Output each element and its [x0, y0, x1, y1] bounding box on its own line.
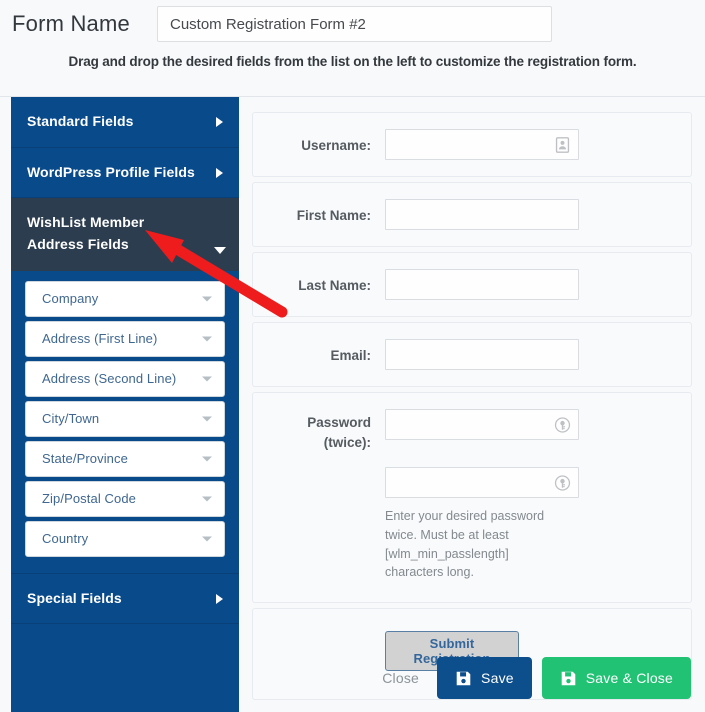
first-name-input[interactable] — [385, 199, 579, 230]
field-label-password-line1: Password — [307, 415, 371, 430]
password-confirm-input[interactable] — [385, 467, 579, 498]
hint-row: Drag and drop the desired fields from th… — [0, 53, 705, 71]
password-helper-text: Enter your desired password twice. Must … — [385, 509, 545, 580]
field-body — [385, 199, 677, 230]
floppy-disk-icon — [456, 671, 471, 685]
field-item-label: Country — [42, 531, 89, 547]
caret-right-icon — [216, 593, 223, 604]
form-name-input[interactable] — [157, 6, 552, 42]
field-item-label: Zip/Postal Code — [42, 491, 136, 507]
save-button[interactable]: Save — [437, 657, 532, 699]
drag-drop-hint: Drag and drop the desired fields from th… — [68, 54, 637, 69]
chevron-down-icon — [202, 376, 212, 382]
draggable-field-state-province[interactable]: State/Province — [25, 440, 225, 477]
chevron-down-icon — [202, 296, 212, 302]
form-builder-screen: Form Name Drag and drop the desired fiel… — [0, 0, 705, 712]
field-body — [385, 129, 677, 160]
field-body — [385, 269, 677, 300]
email-input[interactable] — [385, 339, 579, 370]
draggable-field-country[interactable]: Country — [25, 520, 225, 557]
field-label-password-line2: (twice): — [323, 435, 371, 451]
sidebar-section-label: WishList Member Address Fields — [27, 214, 145, 253]
field-item-label: Address (Second Line) — [42, 371, 177, 387]
address-field-list: Company Address (First Line) Address (Se… — [11, 270, 239, 573]
footer-actions: Close Save Save & Close — [374, 657, 691, 699]
draggable-field-city-town[interactable]: City/Town — [25, 400, 225, 437]
registration-form-preview: Username: First Name: Last Name: Email: … — [252, 112, 692, 705]
chevron-down-icon — [202, 336, 212, 342]
fields-sidebar: Standard Fields WordPress Profile Fields… — [11, 97, 239, 712]
username-input[interactable] — [385, 129, 579, 160]
draggable-field-address-second-line[interactable]: Address (Second Line) — [25, 360, 225, 397]
field-body: Enter your desired password twice. Must … — [385, 409, 677, 582]
header: Form Name — [0, 0, 705, 48]
password-input[interactable] — [385, 409, 579, 440]
caret-right-icon — [216, 116, 223, 127]
field-item-label: Company — [42, 291, 99, 307]
field-label-username: Username: — [301, 138, 371, 153]
autofill-contact-icon[interactable] — [554, 136, 571, 153]
save-and-close-button[interactable]: Save & Close — [541, 657, 691, 699]
chevron-down-icon — [202, 416, 212, 422]
chevron-down-icon — [202, 536, 212, 542]
sidebar-section-label: Special Fields — [27, 589, 122, 606]
form-card-password[interactable]: Password (twice): Enter your desired pas… — [252, 392, 692, 603]
key-autofill-icon[interactable] — [554, 474, 571, 491]
sidebar-section-label: WordPress Profile Fields — [27, 163, 195, 180]
sidebar-section-wishlist-member-address-fields[interactable]: WishList Member Address Fields — [11, 198, 239, 271]
sidebar-section-special-fields[interactable]: Special Fields — [11, 572, 239, 625]
save-and-close-button-label: Save & Close — [585, 670, 673, 686]
field-item-label: City/Town — [42, 411, 100, 427]
last-name-input[interactable] — [385, 269, 579, 300]
caret-down-icon — [214, 246, 226, 254]
form-card-email[interactable]: Email: — [252, 322, 692, 387]
field-item-label: State/Province — [42, 451, 128, 467]
sidebar-section-wordpress-profile-fields[interactable]: WordPress Profile Fields — [11, 148, 239, 199]
form-card-first-name[interactable]: First Name: — [252, 182, 692, 247]
form-name-label: Form Name — [12, 11, 130, 36]
sidebar-section-standard-fields[interactable]: Standard Fields — [11, 97, 239, 148]
field-label-email: Email: — [330, 348, 371, 363]
field-body — [385, 339, 677, 370]
draggable-field-company[interactable]: Company — [25, 280, 225, 317]
draggable-field-address-first-line[interactable]: Address (First Line) — [25, 320, 225, 357]
close-button[interactable]: Close — [374, 670, 427, 686]
chevron-down-icon — [202, 496, 212, 502]
field-label-last-name: Last Name: — [298, 278, 371, 293]
chevron-down-icon — [202, 456, 212, 462]
form-card-username[interactable]: Username: — [252, 112, 692, 177]
save-button-label: Save — [481, 670, 514, 686]
key-autofill-icon[interactable] — [554, 416, 571, 433]
field-item-label: Address (First Line) — [42, 331, 158, 347]
field-label-first-name: First Name: — [296, 208, 371, 223]
floppy-disk-icon — [561, 671, 576, 685]
sidebar-section-label: Standard Fields — [27, 113, 134, 129]
draggable-field-zip-postal-code[interactable]: Zip/Postal Code — [25, 480, 225, 517]
field-label-password: Password (twice): — [267, 409, 385, 454]
form-card-last-name[interactable]: Last Name: — [252, 252, 692, 317]
caret-right-icon — [216, 167, 223, 178]
